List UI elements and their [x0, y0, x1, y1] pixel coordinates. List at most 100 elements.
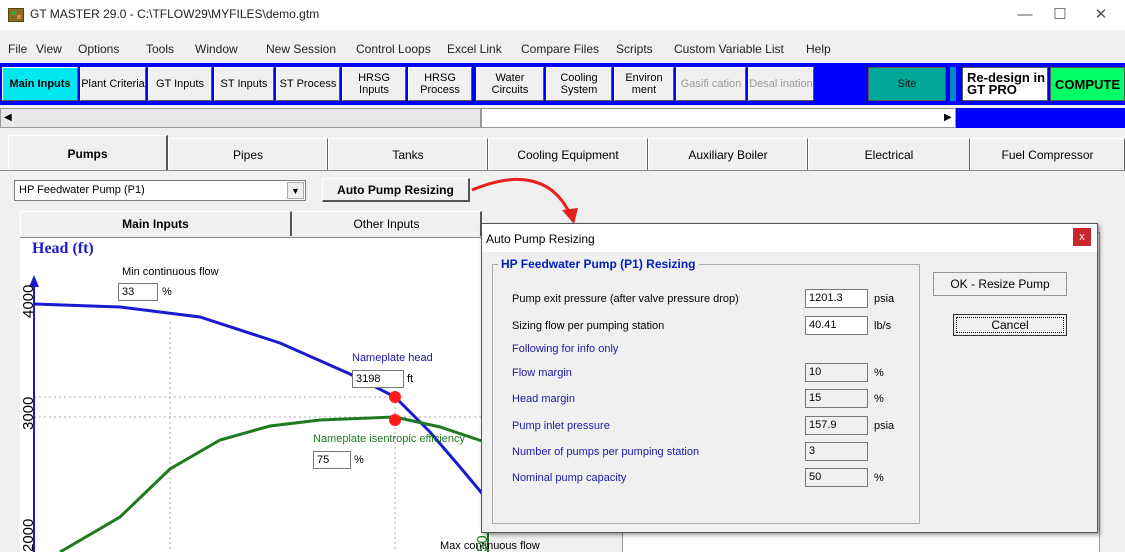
flow-margin-unit: % [874, 367, 884, 379]
toolbar-water-circuits[interactable]: Water Circuits [476, 67, 544, 101]
tab-cooling-equipment[interactable]: Cooling Equipment [488, 138, 648, 171]
tab-auxiliary-boiler[interactable]: Auxiliary Boiler [648, 138, 808, 171]
dropdown-arrow-icon[interactable]: ▼ [287, 182, 304, 199]
ok-resize-pump-button[interactable]: OK - Resize Pump [933, 272, 1067, 296]
dialog-titlebar: Auto Pump Resizing x [482, 224, 1097, 252]
toolbar-st-inputs[interactable]: ST Inputs [214, 67, 274, 101]
toolbar-main-inputs[interactable]: Main Inputs [2, 67, 78, 101]
minimize-button[interactable]: — [1010, 4, 1040, 26]
sizing-flow-label: Sizing flow per pumping station [512, 320, 665, 332]
head-margin-unit: % [874, 393, 884, 405]
right-axis-tick: 50 [474, 535, 491, 552]
tab-pumps[interactable]: Pumps [8, 135, 168, 171]
menu-bar: File View Options Tools Window New Sessi… [0, 41, 1125, 59]
nominal-capacity-label: Nominal pump capacity [512, 472, 627, 484]
tab-divider [0, 170, 1125, 171]
toolbar-gt-inputs[interactable]: GT Inputs [148, 67, 212, 101]
subtab-main-inputs[interactable]: Main Inputs [20, 211, 292, 236]
menu-file[interactable]: File [8, 42, 27, 56]
right-scroll-field[interactable]: ▶ [481, 108, 956, 128]
nameplate-head-marker[interactable] [389, 391, 401, 403]
redesign-in-gt-pro-button[interactable]: Re-design in GT PRO [962, 67, 1048, 101]
nameplate-head-unit: ft [407, 373, 414, 385]
toolbar-hrsg-process[interactable]: HRSG Process [408, 67, 472, 101]
pump-select[interactable]: HP Feedwater Pump (P1) [14, 180, 306, 201]
min-flow-label: Min continuous flow [122, 266, 219, 278]
status-scroll-row: ◀ ▶ [0, 108, 1125, 128]
auto-pump-resizing-dialog: Auto Pump Resizing x HP Feedwater Pump (… [481, 223, 1098, 533]
menu-excel-link[interactable]: Excel Link [447, 42, 502, 56]
tab-tanks[interactable]: Tanks [328, 138, 488, 171]
efficiency-input[interactable]: 75 [313, 451, 351, 469]
tick-4000: 4000 [20, 284, 37, 318]
pumps-per-station-field: 3 [805, 442, 868, 461]
scroll-left-icon[interactable]: ◀ [4, 112, 12, 123]
close-window-button[interactable]: ✕ [1086, 4, 1116, 26]
toolbar-gasification[interactable]: Gasifi cation [676, 67, 746, 101]
main-toolbar: Main Inputs Plant Criteria GT Inputs ST … [0, 63, 1125, 105]
tab-fuel-compressor[interactable]: Fuel Compressor [970, 138, 1125, 171]
nominal-capacity-unit: % [874, 472, 884, 484]
toolbar-cooling-system[interactable]: Cooling System [546, 67, 612, 101]
menu-custom-variable-list[interactable]: Custom Variable List [674, 42, 784, 56]
toolbar-plant-criteria[interactable]: Plant Criteria [80, 67, 146, 101]
nameplate-efficiency-marker[interactable] [389, 414, 401, 426]
min-flow-unit: % [162, 286, 172, 298]
menu-help[interactable]: Help [806, 42, 831, 56]
auto-pump-resizing-button[interactable]: Auto Pump Resizing [322, 178, 470, 202]
efficiency-unit: % [354, 454, 364, 466]
tab-electrical[interactable]: Electrical [808, 138, 970, 171]
group-title: HP Feedwater Pump (P1) Resizing [498, 257, 699, 271]
inlet-pressure-field: 157.9 [805, 416, 868, 435]
inlet-pressure-label: Pump inlet pressure [512, 420, 610, 432]
dialog-close-button[interactable]: x [1073, 228, 1091, 246]
menu-compare-files[interactable]: Compare Files [521, 42, 599, 56]
tick-3000: 3000 [20, 396, 37, 430]
title-bar: GT MASTER 29.0 - C:\TFLOW29\MYFILES\demo… [0, 0, 1125, 30]
menu-tools[interactable]: Tools [146, 42, 174, 56]
info-header: Following for info only [512, 343, 619, 355]
toolbar-st-process[interactable]: ST Process [276, 67, 340, 101]
scroll-filler [956, 108, 1125, 128]
app-icon [8, 8, 24, 22]
head-margin-field: 15 [805, 389, 868, 408]
toolbar-site[interactable]: Site [868, 67, 946, 101]
maximize-button[interactable]: ☐ [1045, 4, 1075, 26]
compute-button[interactable]: COMPUTE [1050, 67, 1125, 101]
menu-view[interactable]: View [36, 42, 62, 56]
nominal-capacity-field: 50 [805, 468, 868, 487]
y-axis-label: Head (ft) [32, 240, 94, 257]
toolbar-hrsg-inputs[interactable]: HRSG Inputs [342, 67, 406, 101]
menu-new-session[interactable]: New Session [266, 42, 336, 56]
exit-pressure-label: Pump exit pressure (after valve pressure… [512, 293, 739, 305]
efficiency-label: Nameplate isentropic efficiency [313, 433, 466, 445]
nameplate-head-input[interactable]: 3198 [352, 370, 404, 388]
toolbar-environment[interactable]: Environ ment [614, 67, 674, 101]
exit-pressure-field[interactable]: 1201.3 [805, 289, 868, 308]
tick-2000: 2000 [20, 518, 37, 552]
pumps-per-station-label: Number of pumps per pumping station [512, 446, 700, 458]
head-margin-label: Head margin [512, 393, 575, 405]
head-curve [33, 302, 487, 498]
toolbar-desalination[interactable]: Desal ination [748, 67, 814, 101]
cancel-button[interactable]: Cancel [953, 314, 1067, 336]
sizing-flow-field[interactable]: 40.41 [805, 316, 868, 335]
menu-options[interactable]: Options [78, 42, 119, 56]
window-title: GT MASTER 29.0 - C:\TFLOW29\MYFILES\demo… [30, 7, 320, 21]
dialog-title: Auto Pump Resizing [486, 232, 595, 246]
subtab-other-inputs[interactable]: Other Inputs [292, 211, 482, 236]
pump-curve-svg [29, 275, 490, 552]
toolbar-site-stripe [950, 67, 956, 101]
exit-pressure-unit: psia [874, 293, 895, 305]
menu-control-loops[interactable]: Control Loops [356, 42, 431, 56]
menu-scripts[interactable]: Scripts [616, 42, 653, 56]
min-flow-input[interactable]: 33 [118, 283, 158, 301]
flow-margin-label: Flow margin [512, 367, 572, 379]
flow-margin-field: 10 [805, 363, 868, 382]
menu-window[interactable]: Window [195, 42, 238, 56]
left-scroll-field[interactable]: ◀ [0, 108, 481, 128]
sizing-flow-unit: lb/s [874, 320, 892, 332]
tab-pipes[interactable]: Pipes [168, 138, 328, 171]
scroll-right-icon[interactable]: ▶ [944, 112, 952, 123]
inlet-pressure-unit: psia [874, 420, 895, 432]
